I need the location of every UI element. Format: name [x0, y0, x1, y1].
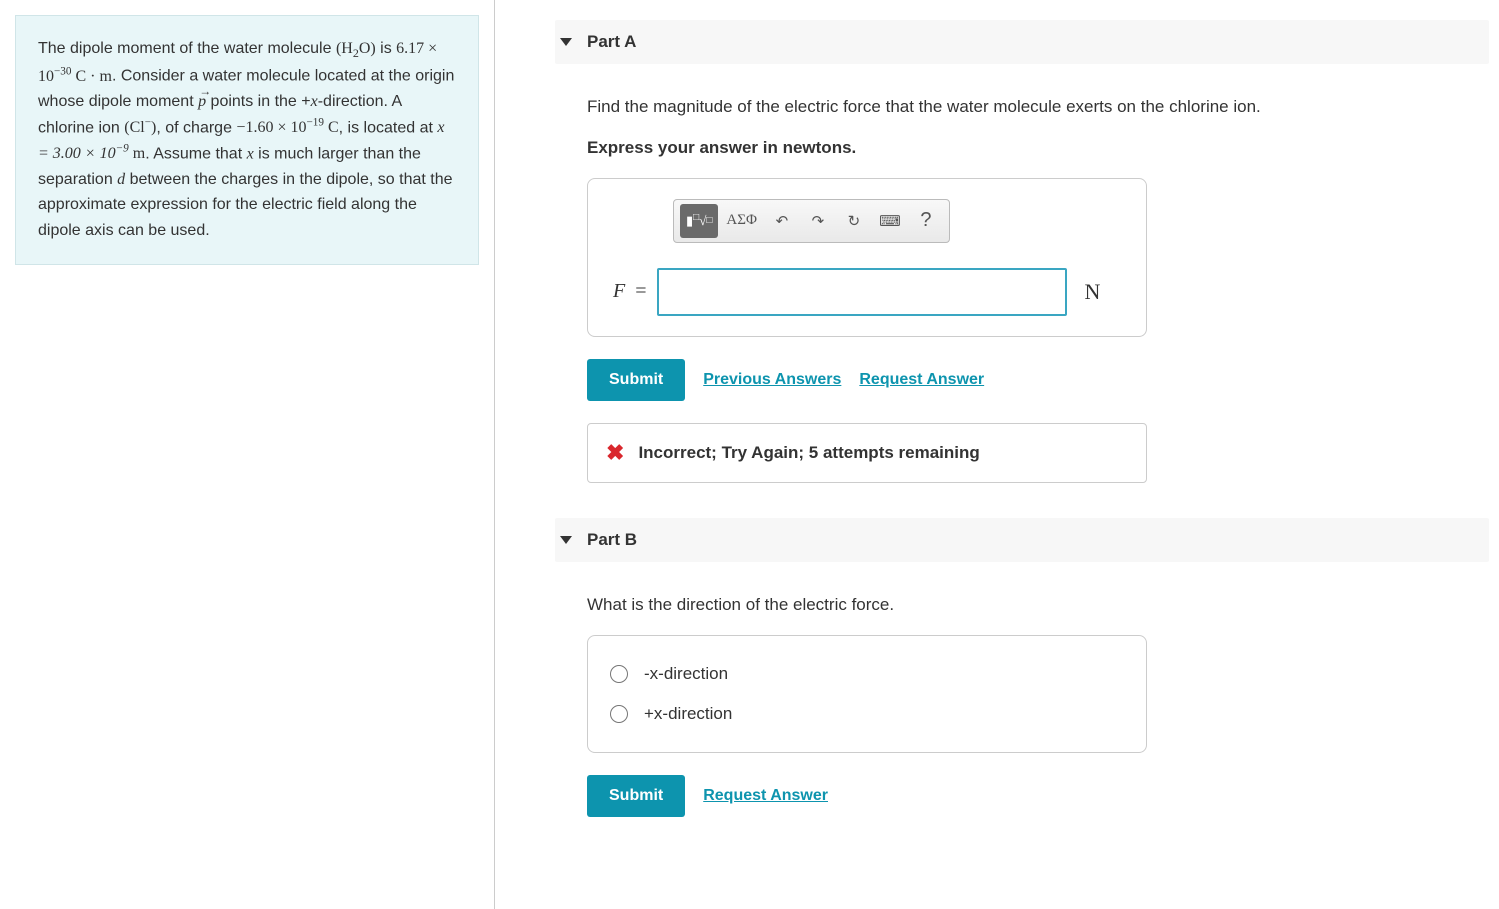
- caret-down-icon: [560, 38, 572, 46]
- answer-input[interactable]: [657, 268, 1067, 316]
- incorrect-icon: ✖: [606, 440, 624, 466]
- part-a: Part A Find the magnitude of the electri…: [555, 20, 1489, 483]
- undo-button[interactable]: ↶: [765, 204, 799, 238]
- request-answer-link[interactable]: Request Answer: [859, 371, 984, 389]
- greek-button[interactable]: ΑΣΦ: [720, 204, 763, 238]
- part-a-title: Part A: [587, 32, 636, 52]
- request-answer-link[interactable]: Request Answer: [703, 787, 828, 805]
- redo-button[interactable]: ↷: [801, 204, 835, 238]
- part-a-question: Find the magnitude of the electric force…: [587, 94, 1489, 120]
- submit-button[interactable]: Submit: [587, 359, 685, 401]
- part-a-header[interactable]: Part A: [555, 20, 1489, 64]
- keyboard-button[interactable]: ⌨: [873, 204, 907, 238]
- reset-button[interactable]: ↻: [837, 204, 871, 238]
- template-button[interactable]: ▮□√□: [680, 204, 718, 238]
- vector-p: p: [198, 89, 206, 115]
- radio-pos-x[interactable]: [610, 705, 628, 723]
- problem-prompt-panel: The dipole moment of the water molecule …: [0, 0, 495, 909]
- part-b-actions: Submit Request Answer: [587, 775, 1489, 817]
- formula-h2o: (H2O): [336, 40, 376, 57]
- previous-answers-link[interactable]: Previous Answers: [703, 371, 841, 389]
- part-b-body: What is the direction of the electric fo…: [555, 592, 1489, 818]
- radio-label-pos-x: +x-direction: [644, 704, 732, 724]
- part-a-actions: Submit Previous Answers Request Answer: [587, 359, 1489, 401]
- answer-box: ▮□√□ ΑΣΦ ↶ ↷ ↻ ⌨ ? F = N: [587, 178, 1147, 337]
- equation-toolbar: ▮□√□ ΑΣΦ ↶ ↷ ↻ ⌨ ?: [673, 199, 950, 243]
- formula-cl: (Cl−): [124, 119, 156, 136]
- radio-options-box: -x-direction +x-direction: [587, 635, 1147, 753]
- answer-panel: Part A Find the magnitude of the electri…: [495, 0, 1499, 909]
- part-b-question: What is the direction of the electric fo…: [587, 592, 1489, 618]
- feedback-box: ✖ Incorrect; Try Again; 5 attempts remai…: [587, 423, 1147, 483]
- option-pos-x[interactable]: +x-direction: [610, 694, 1124, 734]
- answer-input-row: F = N: [613, 268, 1121, 316]
- part-b-header[interactable]: Part B: [555, 518, 1489, 562]
- prompt-text: The dipole moment of the water molecule: [38, 40, 336, 57]
- variable-label: F: [613, 280, 625, 303]
- option-neg-x[interactable]: -x-direction: [610, 654, 1124, 694]
- caret-down-icon: [560, 536, 572, 544]
- part-b: Part B What is the direction of the elec…: [555, 518, 1489, 818]
- problem-prompt: The dipole moment of the water molecule …: [15, 15, 479, 265]
- part-b-title: Part B: [587, 530, 637, 550]
- radio-label-neg-x: -x-direction: [644, 664, 728, 684]
- part-a-body: Find the magnitude of the electric force…: [555, 94, 1489, 483]
- charge-value: −1.60 × 10−19 C: [236, 119, 338, 136]
- submit-button[interactable]: Submit: [587, 775, 685, 817]
- unit-label: N: [1085, 279, 1101, 305]
- radio-neg-x[interactable]: [610, 665, 628, 683]
- help-button[interactable]: ?: [909, 204, 943, 238]
- part-a-instruction: Express your answer in newtons.: [587, 138, 1489, 158]
- feedback-text: Incorrect; Try Again; 5 attempts remaini…: [638, 443, 979, 463]
